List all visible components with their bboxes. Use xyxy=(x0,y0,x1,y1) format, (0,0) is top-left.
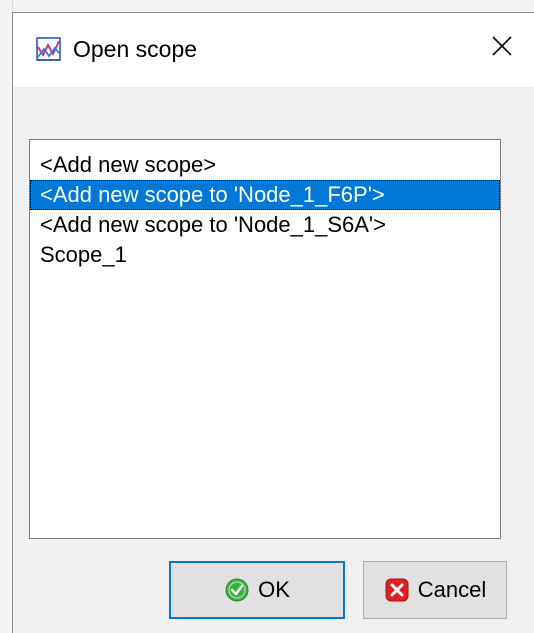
list-item-add-new-scope-node-1-s6a[interactable]: <Add new scope to 'Node_1_S6A'> xyxy=(30,210,500,240)
cancel-x-icon xyxy=(384,577,410,603)
title-bar[interactable]: Open scope xyxy=(13,13,534,87)
cancel-label: Cancel xyxy=(417,577,487,602)
screen: Open scope <Add new scope> <Add new scop… xyxy=(0,0,534,633)
button-bar: OK Cancel xyxy=(13,561,534,633)
scope-chart-icon xyxy=(35,35,63,63)
close-icon xyxy=(491,35,513,62)
list-item-scope-1[interactable]: Scope_1 xyxy=(30,240,500,270)
ok-label: OK xyxy=(258,577,290,602)
open-scope-dialog: Open scope <Add new scope> <Add new scop… xyxy=(12,12,534,633)
dialog-title: Open scope xyxy=(73,36,198,62)
background-window-edge-top xyxy=(0,0,534,12)
scope-listbox[interactable]: <Add new scope> <Add new scope to 'Node_… xyxy=(29,139,501,539)
list-item-add-new-scope-node-1-f6p[interactable]: <Add new scope to 'Node_1_F6P'> xyxy=(30,180,500,210)
list-item-add-new-scope[interactable]: <Add new scope> xyxy=(30,150,500,180)
ok-button[interactable]: OK xyxy=(169,561,345,619)
close-button[interactable] xyxy=(470,13,534,83)
dialog-client-area: <Add new scope> <Add new scope to 'Node_… xyxy=(13,87,534,633)
check-circle-icon xyxy=(224,577,250,603)
cancel-button[interactable]: Cancel xyxy=(363,561,507,619)
